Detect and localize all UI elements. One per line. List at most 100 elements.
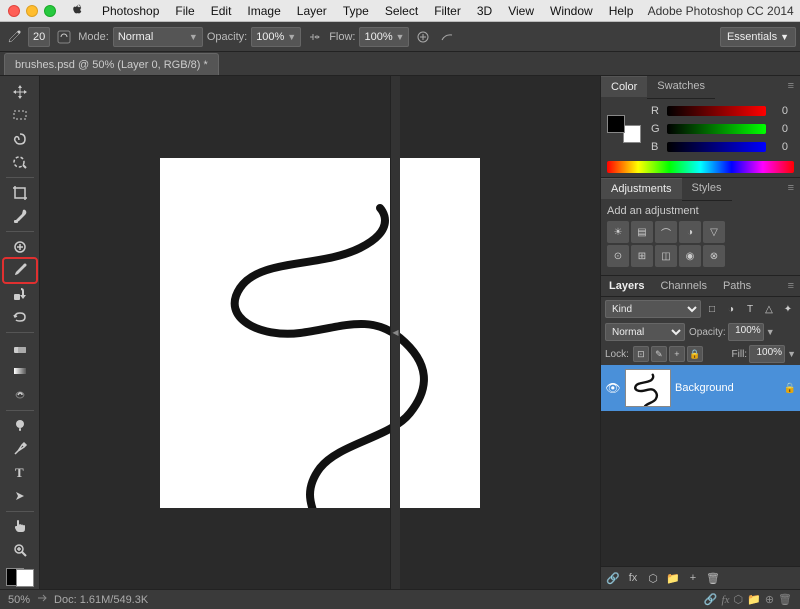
background-color[interactable] (16, 569, 34, 587)
folder-status-icon[interactable]: 📁 (747, 593, 761, 606)
zoom-tool[interactable] (4, 538, 36, 562)
menu-photoshop[interactable]: Photoshop (94, 0, 167, 22)
blend-mode-select[interactable]: Normal (605, 323, 685, 341)
delete-layer-icon[interactable]: 🗑 (705, 570, 721, 586)
lock-transparent-icon[interactable]: ⊡ (633, 346, 649, 362)
fg-bg-chips[interactable] (607, 115, 641, 143)
lock-all-icon[interactable]: 🔒 (687, 346, 703, 362)
essentials-button[interactable]: Essentials ▼ (720, 27, 796, 47)
spectrum-bar[interactable] (607, 161, 794, 173)
clone-stamp-tool[interactable] (4, 282, 36, 306)
effects-status-icon[interactable]: fx (722, 594, 730, 606)
swatches-tab[interactable]: Swatches (647, 76, 715, 99)
layer-row-background[interactable]: 👁 Background 🔒 (601, 365, 800, 411)
text-filter-icon[interactable]: T (742, 301, 758, 317)
bg-chip[interactable] (623, 125, 641, 143)
canvas[interactable] (160, 158, 480, 508)
mode-select[interactable]: Normal ▼ (113, 27, 203, 47)
layers-panel-menu[interactable]: ≡ (782, 276, 800, 296)
panel-collapse-strip[interactable]: ◀ (390, 76, 400, 589)
fill-value[interactable]: 100% (749, 345, 785, 363)
hand-tool[interactable] (4, 515, 36, 539)
menu-window[interactable]: Window (542, 0, 601, 22)
brush-size-input[interactable]: 20 (28, 27, 50, 47)
photo-filter-adj-icon[interactable]: ◉ (679, 245, 701, 267)
pixel-filter-icon[interactable]: □ (704, 301, 720, 317)
trash-status-icon[interactable]: 🗑 (778, 593, 792, 606)
styles-tab[interactable]: Styles (682, 178, 732, 201)
fg-chip[interactable] (607, 115, 625, 133)
adjustments-tab[interactable]: Adjustments (601, 178, 682, 201)
mask-status-icon[interactable]: ⬡ (734, 593, 744, 606)
channels-tab[interactable]: Channels (652, 276, 714, 296)
canvas-area[interactable]: ◀ (40, 76, 600, 589)
channel-mixer-adj-icon[interactable]: ⊗ (703, 245, 725, 267)
menu-filter[interactable]: Filter (426, 0, 469, 22)
smooth-icon[interactable] (437, 27, 457, 47)
r-slider[interactable] (667, 106, 766, 116)
document-tab[interactable]: brushes.psd @ 50% (Layer 0, RGB/8) * (4, 53, 219, 75)
crop-tool[interactable] (4, 181, 36, 205)
vibrance-adj-icon[interactable]: ▽ (703, 221, 725, 243)
paths-tab[interactable]: Paths (715, 276, 759, 296)
layer-visibility-icon[interactable]: 👁 (605, 380, 621, 396)
color-panel-menu[interactable]: ≡ (782, 76, 800, 99)
bw-adj-icon[interactable]: ◫ (655, 245, 677, 267)
color-chips[interactable] (4, 566, 36, 589)
levels-adj-icon[interactable]: ▤ (631, 221, 653, 243)
menu-edit[interactable]: Edit (203, 0, 240, 22)
exposure-adj-icon[interactable]: ◑ (679, 221, 701, 243)
color-tab[interactable]: Color (601, 76, 647, 99)
menu-3d[interactable]: 3D (469, 0, 500, 22)
close-button[interactable] (8, 5, 20, 17)
adj-panel-menu[interactable]: ≡ (782, 178, 800, 201)
lock-position-icon[interactable]: + (669, 346, 685, 362)
add-mask-icon[interactable]: ⬡ (645, 570, 661, 586)
dodge-tool[interactable] (4, 413, 36, 437)
zoom-indicator-icon[interactable] (36, 592, 48, 607)
kind-select[interactable]: Kind (605, 300, 701, 318)
eyedropper-tool[interactable] (4, 205, 36, 229)
heal-tool[interactable] (4, 235, 36, 259)
menu-view[interactable]: View (500, 0, 542, 22)
airbrush-icon[interactable] (305, 27, 325, 47)
quick-select-tool[interactable] (4, 151, 36, 175)
pen-tool[interactable] (4, 437, 36, 461)
gradient-tool[interactable] (4, 360, 36, 384)
menu-type[interactable]: Type (335, 0, 377, 22)
layers-tab[interactable]: Layers (601, 276, 652, 296)
move-tool[interactable] (4, 80, 36, 104)
eraser-tool[interactable] (4, 336, 36, 360)
new-layer-icon[interactable]: + (685, 570, 701, 586)
menu-help[interactable]: Help (601, 0, 642, 22)
link-layers-icon[interactable]: 🔗 (605, 570, 621, 586)
lasso-tool[interactable] (4, 127, 36, 151)
link-status-icon[interactable]: 🔗 (704, 593, 718, 606)
stylus-pressure-icon[interactable] (413, 27, 433, 47)
b-slider[interactable] (667, 142, 766, 152)
curves-adj-icon[interactable]: ⌒ (655, 221, 677, 243)
hue-sat-adj-icon[interactable]: ⊙ (607, 245, 629, 267)
brightness-adj-icon[interactable]: ☀ (607, 221, 629, 243)
menu-image[interactable]: Image (239, 0, 288, 22)
g-slider[interactable] (667, 124, 766, 134)
history-brush-tool[interactable] (4, 306, 36, 330)
menu-select[interactable]: Select (377, 0, 426, 22)
minimize-button[interactable] (26, 5, 38, 17)
maximize-button[interactable] (44, 5, 56, 17)
apple-menu[interactable] (64, 4, 94, 18)
shape-filter-icon[interactable]: △ (761, 301, 777, 317)
opacity-value[interactable]: 100% (728, 323, 764, 341)
brush-tool[interactable] (4, 259, 36, 283)
new-layer-status-icon[interactable]: ⊕ (765, 593, 774, 606)
add-style-icon[interactable]: fx (625, 570, 641, 586)
blur-tool[interactable] (4, 383, 36, 407)
lock-paint-icon[interactable]: ✎ (651, 346, 667, 362)
smart-filter-icon[interactable]: ✦ (780, 301, 796, 317)
text-tool[interactable]: T (4, 461, 36, 485)
adjustment-filter-icon[interactable]: ◑ (723, 301, 739, 317)
color-balance-adj-icon[interactable]: ⊞ (631, 245, 653, 267)
flow-input[interactable]: 100% ▼ (359, 27, 409, 47)
marquee-tool[interactable] (4, 104, 36, 128)
menu-file[interactable]: File (167, 0, 202, 22)
